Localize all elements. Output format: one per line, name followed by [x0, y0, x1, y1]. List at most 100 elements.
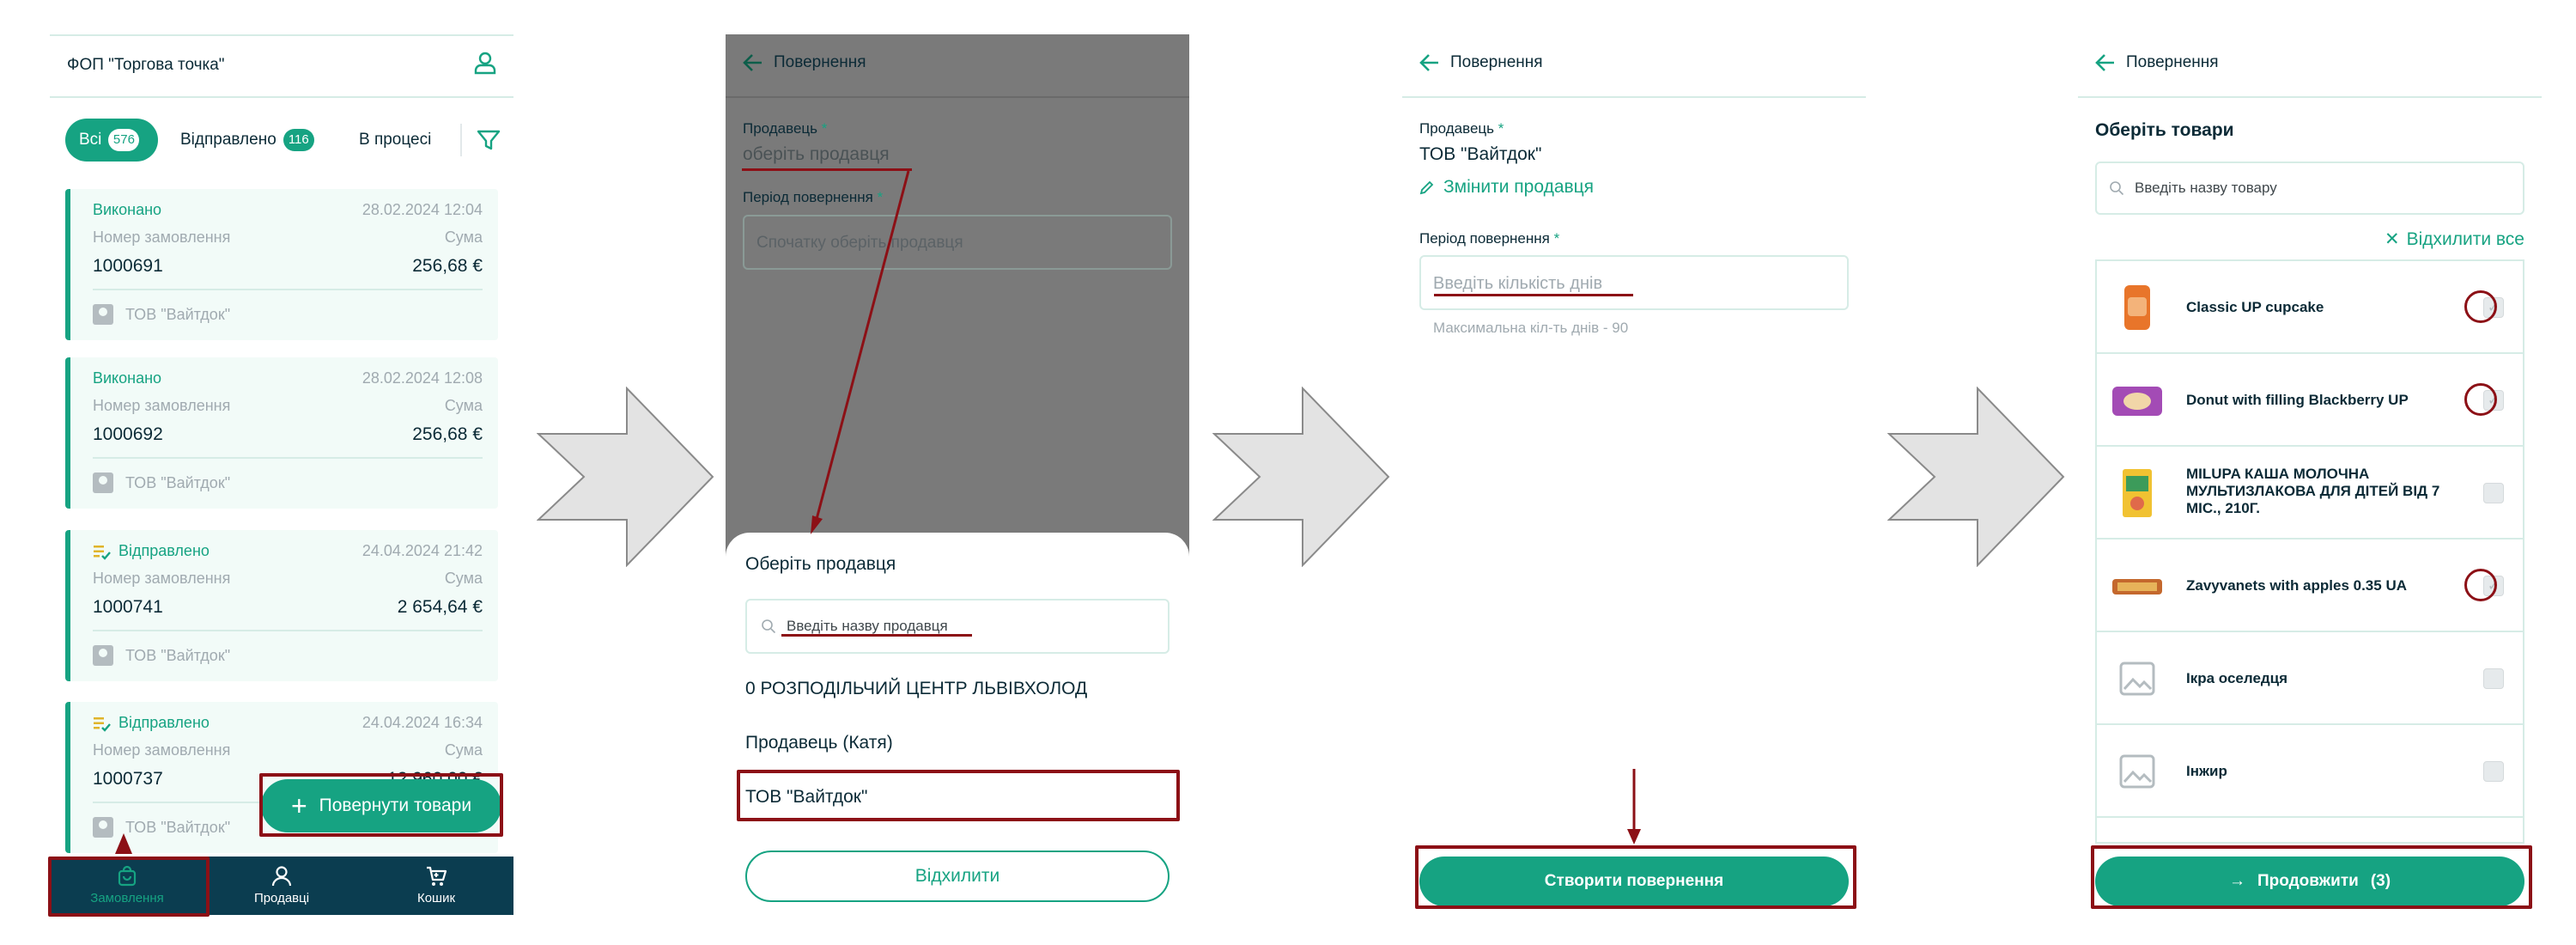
- tab-sent-count: 116: [283, 129, 314, 151]
- user-profile-icon[interactable]: [472, 50, 498, 76]
- highlight-create-button: [1415, 845, 1856, 909]
- highlight-orders-tab: [48, 857, 210, 917]
- order-date: 28.02.2024 12:04: [361, 201, 483, 218]
- order-status-label: Відправлено: [118, 714, 210, 731]
- seller-select[interactable]: оберіть продавця: [743, 144, 890, 165]
- nav-cart[interactable]: Кошик: [359, 865, 513, 905]
- tab-divider: [460, 124, 462, 156]
- porridge-box-image: [2123, 469, 2152, 517]
- seller-label: Продавець *: [1419, 120, 1504, 137]
- order-seller: ТОВ "Вайтдок": [93, 304, 230, 325]
- card-divider: [93, 457, 483, 459]
- sheet-title: Оберіть продавця: [745, 554, 896, 574]
- order-card[interactable]: Виконано 28.02.2024 12:08 Номер замовлен…: [65, 357, 498, 509]
- order-sum-label: Сума: [444, 570, 483, 587]
- selected-seller-name: ТОВ "Вайтдок": [1419, 144, 1542, 164]
- arrow-left-icon: [1419, 54, 1438, 71]
- step-arrow-icon: [1212, 387, 1390, 567]
- select-products-screen: Повернення Оберіть товари Введіть назву …: [2078, 34, 2542, 915]
- seller-search-input[interactable]: Введіть назву продавця: [745, 599, 1170, 654]
- max-days-hint: Максимальна кіл-ть днів - 90: [1433, 320, 1629, 336]
- back-label: Повернення: [2126, 53, 2219, 71]
- back-label: Повернення: [774, 53, 866, 71]
- store-title: ФОП "Торгова точка": [67, 56, 225, 74]
- seller-label-text: Продавець: [1419, 120, 1495, 137]
- seller-option[interactable]: 0 РОЗПОДІЛЬЧИЙ ЦЕНТР ЛЬВІВХОЛОД: [745, 679, 1087, 699]
- filter-icon[interactable]: [476, 127, 501, 153]
- arrow-left-icon: [743, 54, 762, 71]
- back-button[interactable]: Повернення: [1419, 53, 1543, 72]
- step-arrow-icon: [1887, 387, 2065, 567]
- highlight-return-button: [259, 773, 503, 837]
- arrow-left-icon: [2095, 54, 2114, 71]
- seller-option[interactable]: Продавець (Катя): [745, 733, 893, 753]
- reject-all-label: Відхилити все: [2406, 229, 2524, 249]
- order-seller: ТОВ "Вайтдок": [93, 817, 230, 838]
- pointer-up-icon: [115, 833, 132, 854]
- product-row[interactable]: MILUPA КАША МОЛОЧНА МУЛЬТИЗЛАКОВА ДЛЯ ДІ…: [2097, 447, 2523, 540]
- tab-all[interactable]: Всі 576: [65, 119, 158, 162]
- highlight-checkbox: [2464, 383, 2497, 416]
- product-name: Donut with filling Blackberry UP: [2186, 392, 2409, 408]
- highlight-checkbox: [2464, 569, 2497, 601]
- product-row[interactable]: Інжир: [2097, 725, 2523, 818]
- order-number: 1000692: [93, 424, 163, 444]
- highlight-seller-option: [737, 770, 1180, 821]
- image-placeholder-icon: [2119, 662, 2155, 696]
- back-button[interactable]: Повернення: [743, 53, 866, 72]
- tab-all-count: 576: [108, 129, 140, 151]
- person-icon: [271, 866, 292, 887]
- seller-search-placeholder: Введіть назву продавця: [787, 618, 948, 634]
- order-status: Виконано: [93, 201, 162, 218]
- product-name: MILUPA КАША МОЛОЧНА МУЛЬТИЗЛАКОВА ДЛЯ ДІ…: [2186, 466, 2440, 516]
- product-search-placeholder: Введіть назву товару: [2135, 180, 2277, 196]
- product-search-input[interactable]: Введіть назву товару: [2095, 162, 2524, 215]
- seller-label: Продавець *: [743, 120, 828, 137]
- section-title: Оберіть товари: [2095, 120, 2234, 140]
- order-status: Відправлено: [93, 714, 210, 732]
- days-input[interactable]: Введіть кількість днів: [1419, 255, 1849, 310]
- order-number: 1000691: [93, 256, 163, 276]
- tab-sent[interactable]: Відправлено 116: [180, 119, 314, 162]
- back-button[interactable]: Повернення: [2095, 53, 2219, 72]
- order-card[interactable]: Відправлено 24.04.2024 21:42 Номер замов…: [65, 530, 498, 681]
- nav-sellers-label: Продавці: [253, 891, 310, 905]
- seller-label-text: Продавець: [743, 120, 818, 137]
- step-arrow-icon: [537, 387, 714, 567]
- product-row[interactable]: Classic UP cupcake: [2097, 261, 2523, 354]
- product-row[interactable]: Zavyvanets with apples 0.35 UA: [2097, 540, 2523, 632]
- card-divider: [93, 630, 483, 631]
- nav-sellers[interactable]: Продавці: [204, 865, 359, 905]
- product-checkbox[interactable]: [2483, 668, 2504, 689]
- reject-button[interactable]: Відхилити: [745, 850, 1170, 902]
- reject-all-button[interactable]: ✕ Відхилити все: [2385, 229, 2524, 250]
- tab-all-label: Всі: [79, 131, 102, 149]
- product-row[interactable]: Donut with filling Blackberry UP: [2097, 354, 2523, 447]
- order-seller-name: ТОВ "Вайтдок": [125, 305, 231, 323]
- seller-avatar-icon: [93, 304, 113, 325]
- search-icon: [2110, 181, 2124, 196]
- product-checkbox[interactable]: [2483, 483, 2504, 503]
- nav-cart-label: Кошик: [416, 891, 456, 905]
- seller-bottom-sheet: Оберіть продавця Введіть назву продавця …: [726, 533, 1189, 915]
- image-placeholder-icon: [2119, 754, 2155, 789]
- order-sum: 2 654,64 €: [397, 597, 483, 617]
- order-date: 24.04.2024 21:42: [361, 542, 483, 559]
- order-seller-name: ТОВ "Вайтдок": [125, 818, 231, 836]
- order-sum: 256,68 €: [412, 424, 483, 444]
- order-number-label: Номер замовлення: [93, 570, 231, 587]
- product-name: Classic UP cupcake: [2186, 299, 2324, 315]
- pencil-icon: [1419, 180, 1434, 195]
- order-seller-name: ТОВ "Вайтдок": [125, 646, 231, 664]
- order-sum-label: Сума: [444, 741, 483, 759]
- period-label: Період повернення *: [1419, 230, 1560, 247]
- tab-sent-label: Відправлено: [180, 131, 276, 149]
- product-row[interactable]: Ікра оселедця: [2097, 632, 2523, 725]
- product-checkbox[interactable]: [2483, 761, 2504, 782]
- change-seller-button[interactable]: Змінити продавця: [1419, 177, 1594, 198]
- order-sum: 256,68 €: [412, 256, 483, 276]
- order-status-label: Відправлено: [118, 542, 210, 559]
- order-sum-label: Сума: [444, 229, 483, 246]
- tab-in-progress[interactable]: В процесі: [359, 119, 431, 162]
- order-card[interactable]: Виконано 28.02.2024 12:04 Номер замовлен…: [65, 189, 498, 340]
